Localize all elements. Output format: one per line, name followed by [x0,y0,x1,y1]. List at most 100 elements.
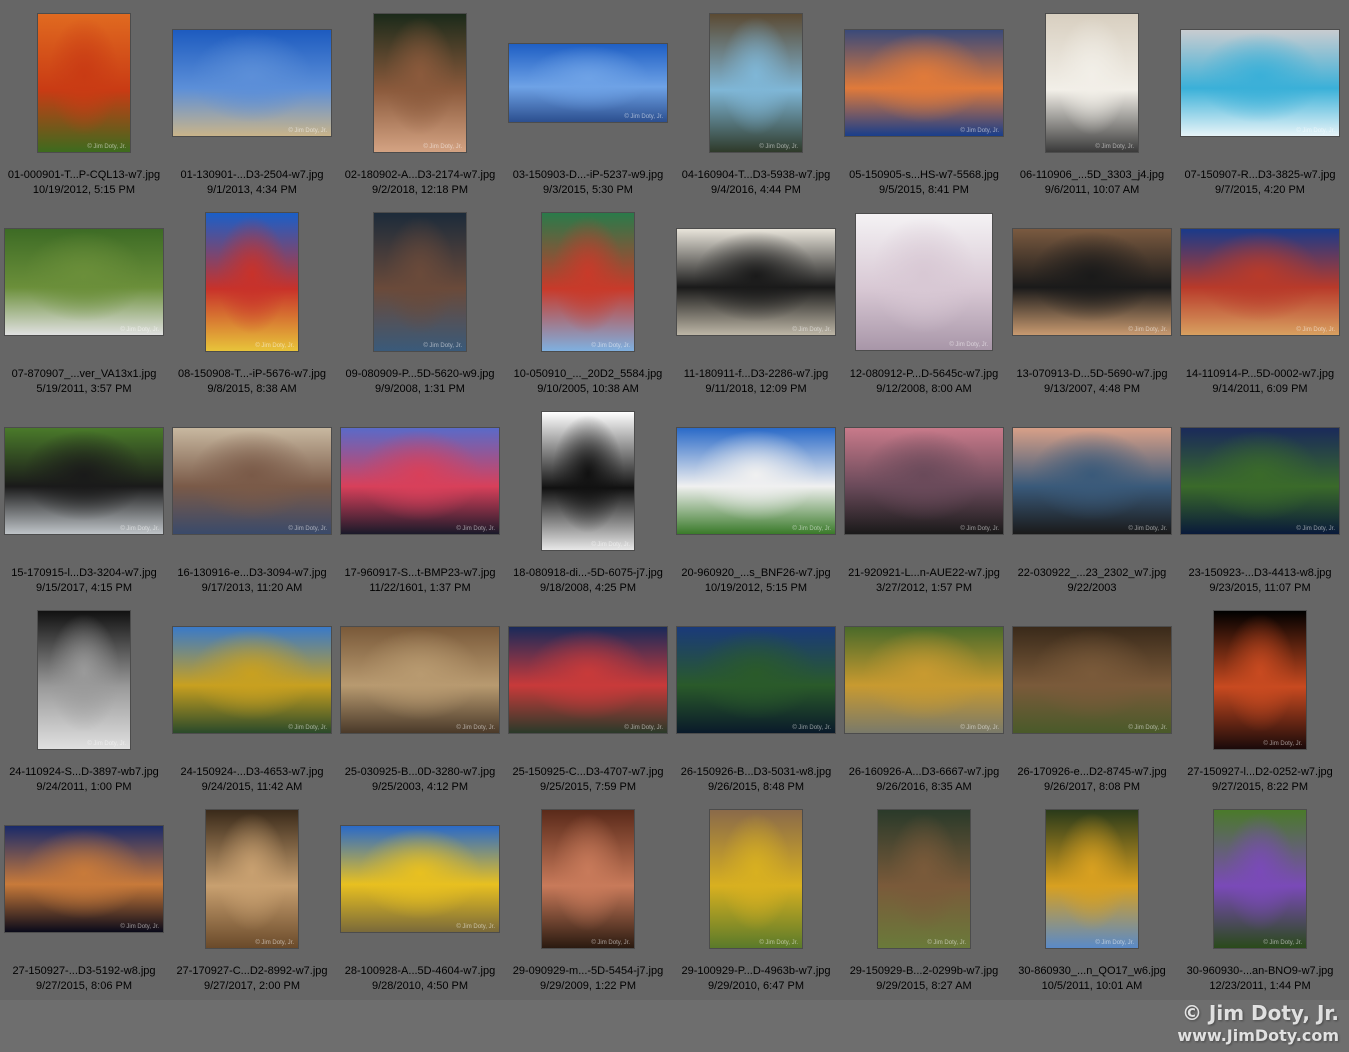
thumbnail-image[interactable]: © Jim Doty, Jr. [845,428,1003,534]
thumbnail-date: 9/27/2015, 8:06 PM [35,980,132,992]
thumbnail-frame: © Jim Doty, Jr. [168,599,336,761]
thumbnail-cell[interactable]: © Jim Doty, Jr. 20-960920_...s_BNF26-w7.j… [672,400,840,599]
thumbnail-cell[interactable]: © Jim Doty, Jr. 29-150929-B...2-0299b-w7.… [840,798,1008,997]
thumbnail-image[interactable]: © Jim Doty, Jr. [509,627,667,733]
thumbnail-image[interactable]: © Jim Doty, Jr. [341,428,499,534]
thumbnail-cell[interactable]: © Jim Doty, Jr. 25-030925-B...0D-3280-w7.… [336,599,504,798]
thumbnail-image[interactable]: © Jim Doty, Jr. [1181,30,1339,136]
thumbnail-cell[interactable]: © Jim Doty, Jr. 30-960930-...an-BNO9-w7.j… [1176,798,1344,997]
thumbnail-frame: © Jim Doty, Jr. [672,2,840,164]
thumbnail-cell[interactable]: © Jim Doty, Jr. 26-170926-e...D2-8745-w7.… [1008,599,1176,798]
thumbnail-cell[interactable]: © Jim Doty, Jr. 22-030922_...23_2302_w7.j… [1008,400,1176,599]
thumbnail-frame: © Jim Doty, Jr. [1176,201,1344,363]
thumbnail-cell[interactable]: © Jim Doty, Jr. 28-100928-A...5D-4604-w7.… [336,798,504,997]
thumbnail-watermark: © Jim Doty, Jr. [456,924,495,930]
thumbnail-cell[interactable]: © Jim Doty, Jr. 24-110924-S...D-3897-wb7.… [0,599,168,798]
thumbnail-cell[interactable]: © Jim Doty, Jr. 26-160926-A...D3-6667-w7.… [840,599,1008,798]
thumbnail-frame: © Jim Doty, Jr. [336,201,504,363]
thumbnail-image[interactable]: © Jim Doty, Jr. [206,213,298,351]
thumbnail-cell[interactable]: © Jim Doty, Jr. 15-170915-l...D3-3204-w7.… [0,400,168,599]
thumbnail-cell[interactable]: © Jim Doty, Jr. 27-170927-C...D2-8992-w7.… [168,798,336,997]
thumbnail-image[interactable]: © Jim Doty, Jr. [38,14,130,152]
thumbnail-image[interactable]: © Jim Doty, Jr. [1013,627,1171,733]
thumbnail-cell[interactable]: © Jim Doty, Jr. 27-150927-l...D2-0252-w7.… [1176,599,1344,798]
thumbnail-cell[interactable]: © Jim Doty, Jr. 21-920921-L...n-AUE22-w7.… [840,400,1008,599]
thumbnail-cell[interactable]: © Jim Doty, Jr. 01-130901-...D3-2504-w7.j… [168,2,336,201]
thumbnail-image[interactable]: © Jim Doty, Jr. [1181,229,1339,335]
thumbnail-image[interactable]: © Jim Doty, Jr. [173,428,331,534]
thumbnail-cell[interactable]: © Jim Doty, Jr. 08-150908-T...-iP-5676-w7… [168,201,336,400]
thumbnail-image[interactable]: © Jim Doty, Jr. [710,14,802,152]
thumbnail-cell[interactable]: © Jim Doty, Jr. 24-150924-...D3-4653-w7.j… [168,599,336,798]
thumbnail-cell[interactable]: © Jim Doty, Jr. 11-180911-f...D3-2286-w7.… [672,201,840,400]
thumbnail-cell[interactable]: © Jim Doty, Jr. 18-080918-di...-5D-6075-j… [504,400,672,599]
thumbnail-image[interactable]: © Jim Doty, Jr. [374,213,466,351]
thumbnail-cell[interactable]: © Jim Doty, Jr. 17-960917-S...t-BMP23-w7.… [336,400,504,599]
thumbnail-image[interactable]: © Jim Doty, Jr. [509,44,667,122]
thumbnail-image[interactable]: © Jim Doty, Jr. [845,30,1003,136]
thumbnail-image[interactable]: © Jim Doty, Jr. [5,428,163,534]
thumbnail-cell[interactable]: © Jim Doty, Jr. 23-150923-...D3-4413-w8.j… [1176,400,1344,599]
thumbnail-image[interactable]: © Jim Doty, Jr. [5,229,163,335]
thumbnail-frame: © Jim Doty, Jr. [504,798,672,960]
thumbnail-cell[interactable]: © Jim Doty, Jr. 05-150905-s...HS-w7-5568.… [840,2,1008,201]
thumbnail-filename: 03-150903-D...-iP-5237-w9.jpg [512,169,664,181]
thumbnail-filename: 16-130916-e...D3-3094-w7.jpg [177,567,327,579]
thumbnail-image[interactable]: © Jim Doty, Jr. [341,826,499,932]
thumbnail-cell[interactable]: © Jim Doty, Jr. 04-160904-T...D3-5938-w7.… [672,2,840,201]
thumbnail-filename: 25-030925-B...0D-3280-w7.jpg [344,766,496,778]
thumbnail-image[interactable]: © Jim Doty, Jr. [710,810,802,948]
thumbnail-image[interactable]: © Jim Doty, Jr. [173,30,331,136]
thumbnail-cell[interactable]: © Jim Doty, Jr. 30-860930_...n_QO17_w6.jp… [1008,798,1176,997]
thumbnail-filename: 30-860930_...n_QO17_w6.jpg [1018,965,1166,977]
thumbnail-cell[interactable]: © Jim Doty, Jr. 09-080909-P...5D-5620-w9.… [336,201,504,400]
thumbnail-cell[interactable]: © Jim Doty, Jr. 26-150926-B...D3-5031-w8.… [672,599,840,798]
thumbnail-image[interactable]: © Jim Doty, Jr. [341,627,499,733]
thumbnail-cell[interactable]: © Jim Doty, Jr. 10-050910_..._20D2_5584.j… [504,201,672,400]
thumbnail-image[interactable]: © Jim Doty, Jr. [5,826,163,932]
thumbnail-cell[interactable]: © Jim Doty, Jr. 01-000901-T...P-CQL13-w7.… [0,2,168,201]
thumbnail-image[interactable]: © Jim Doty, Jr. [845,627,1003,733]
thumbnail-cell[interactable]: © Jim Doty, Jr. 16-130916-e...D3-3094-w7.… [168,400,336,599]
thumbnail-cell[interactable]: © Jim Doty, Jr. 07-870907_...ver_VA13x1.j… [0,201,168,400]
thumbnail-image[interactable]: © Jim Doty, Jr. [206,810,298,948]
thumbnail-filename: 09-080909-P...5D-5620-w9.jpg [345,368,495,380]
thumbnail-image[interactable]: © Jim Doty, Jr. [542,810,634,948]
thumbnail-image[interactable]: © Jim Doty, Jr. [374,14,466,152]
thumbnail-cell[interactable]: © Jim Doty, Jr. 29-100929-P...D-4963b-w7.… [672,798,840,997]
thumbnail-image[interactable]: © Jim Doty, Jr. [677,229,835,335]
thumbnail-watermark: © Jim Doty, Jr. [927,940,966,946]
thumbnail-cell[interactable]: © Jim Doty, Jr. 27-150927-...D3-5192-w8.j… [0,798,168,997]
thumbnail-cell[interactable]: © Jim Doty, Jr. 07-150907-R...D3-3825-w7.… [1176,2,1344,201]
thumbnail-cell[interactable]: © Jim Doty, Jr. 12-080912-P...D-5645c-w7.… [840,201,1008,400]
thumbnail-image[interactable]: © Jim Doty, Jr. [1013,428,1171,534]
thumbnail-cell[interactable]: © Jim Doty, Jr. 25-150925-C...D3-4707-w7.… [504,599,672,798]
thumbnail-image[interactable]: © Jim Doty, Jr. [677,428,835,534]
thumbnail-image[interactable]: © Jim Doty, Jr. [1046,14,1138,152]
thumbnail-image[interactable]: © Jim Doty, Jr. [1013,229,1171,335]
thumbnail-cell[interactable]: © Jim Doty, Jr. 02-180902-A...D3-2174-w7.… [336,2,504,201]
thumbnail-watermark: © Jim Doty, Jr. [120,924,159,930]
thumbnail-image[interactable]: © Jim Doty, Jr. [1046,810,1138,948]
thumbnail-cell[interactable]: © Jim Doty, Jr. 03-150903-D...-iP-5237-w9… [504,2,672,201]
thumbnail-watermark: © Jim Doty, Jr. [87,741,126,747]
thumbnail-filename: 17-960917-S...t-BMP23-w7.jpg [344,567,496,579]
thumbnail-frame: © Jim Doty, Jr. [840,400,1008,562]
thumbnail-image[interactable]: © Jim Doty, Jr. [677,627,835,733]
thumbnail-cell[interactable]: © Jim Doty, Jr. 06-110906_...5D_3303_j4.j… [1008,2,1176,201]
thumbnail-image[interactable]: © Jim Doty, Jr. [173,627,331,733]
thumbnail-image[interactable]: © Jim Doty, Jr. [878,810,970,948]
thumbnail-image[interactable]: © Jim Doty, Jr. [1181,428,1339,534]
thumbnail-cell[interactable]: © Jim Doty, Jr. 13-070913-D...5D-5690-w7.… [1008,201,1176,400]
thumbnail-date: 9/27/2017, 2:00 PM [203,980,300,992]
thumbnail-image[interactable]: © Jim Doty, Jr. [542,213,634,351]
thumbnail-date: 9/11/2018, 12:09 PM [705,383,807,395]
thumbnail-image[interactable]: © Jim Doty, Jr. [1214,611,1306,749]
thumbnail-cell[interactable]: © Jim Doty, Jr. 29-090929-m...-5D-5454-j7… [504,798,672,997]
thumbnail-image[interactable]: © Jim Doty, Jr. [38,611,130,749]
thumbnail-cell[interactable]: © Jim Doty, Jr. 14-110914-P...5D-0002-w7.… [1176,201,1344,400]
thumbnail-image[interactable]: © Jim Doty, Jr. [856,214,992,350]
thumbnail-image[interactable]: © Jim Doty, Jr. [542,412,634,550]
thumbnail-filename: 08-150908-T...-iP-5676-w7.jpg [178,368,326,380]
thumbnail-image[interactable]: © Jim Doty, Jr. [1214,810,1306,948]
